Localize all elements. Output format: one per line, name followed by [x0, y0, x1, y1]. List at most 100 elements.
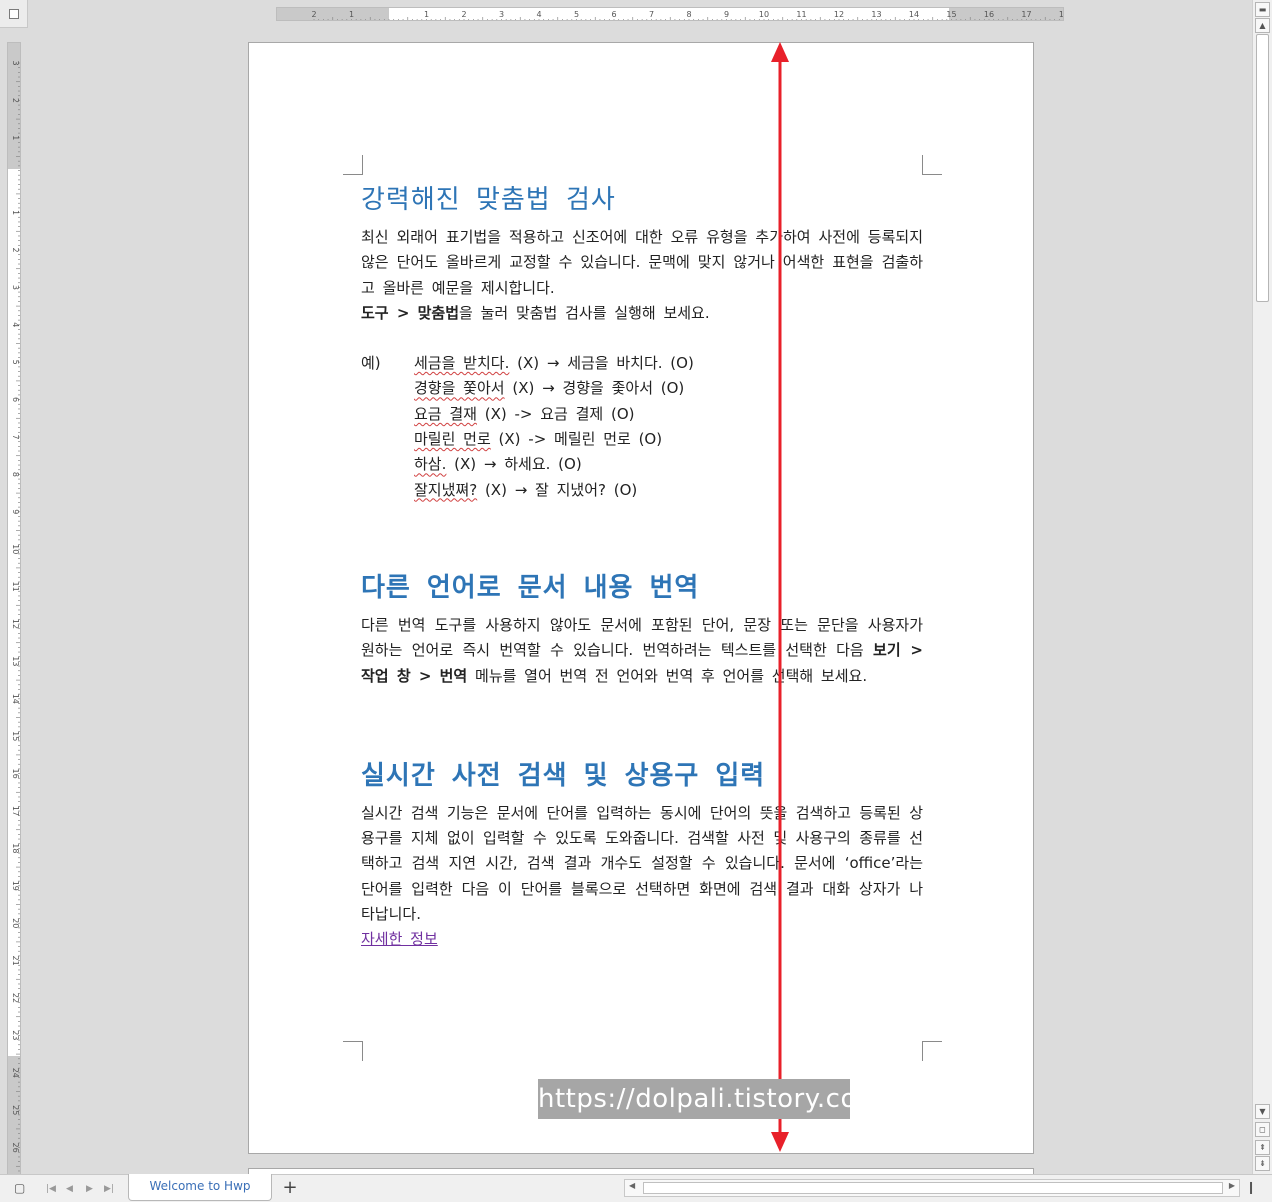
- prev-page-icon[interactable]: ◀: [66, 1184, 73, 1194]
- ruler-label: 21: [11, 956, 20, 966]
- first-page-icon[interactable]: |◀: [46, 1184, 56, 1194]
- ruler-corner-icon[interactable]: [0, 0, 28, 28]
- example-line: 경향을 쫓아서 (X) → 경향을 좇아서 (O): [414, 376, 923, 401]
- page-up-icon[interactable]: ⇞: [1255, 1140, 1270, 1155]
- horizontal-scrollbar[interactable]: ◀ ▶: [624, 1179, 1240, 1197]
- ruler-label: 11: [796, 10, 806, 19]
- ruler-label: 7: [11, 434, 20, 439]
- vertical-scrollbar[interactable]: ▬ ▲ ▼ ◻ ⇞ ⇟: [1252, 0, 1272, 1174]
- example-line: 하삼. (X) → 하세요. (O): [414, 452, 923, 477]
- add-tab-button[interactable]: +: [276, 1178, 304, 1200]
- document-body[interactable]: 강력해진 맞춤법 검사 최신 외래어 표기법을 적용하고 신조어에 대한 오류 …: [361, 183, 923, 952]
- paragraph-translation: 다른 번역 도구를 사용하지 않아도 문서에 포함된 단어, 문장 또는 문단을…: [361, 613, 923, 689]
- ruler-label: 23: [11, 1030, 20, 1040]
- misspelled-text: 경향을 쫓아서: [414, 379, 505, 398]
- vertical-scroll-thumb[interactable]: [1256, 34, 1269, 302]
- ruler-label: 13: [11, 656, 20, 666]
- margin-corner-mark: [922, 1041, 942, 1061]
- ruler-label: 16: [11, 769, 20, 779]
- ruler-label: 10: [759, 10, 769, 19]
- document-workspace[interactable]: 강력해진 맞춤법 검사 최신 외래어 표기법을 적용하고 신조어에 대한 오류 …: [28, 28, 1252, 1174]
- ruler-label: 5: [574, 10, 579, 19]
- horizontal-ruler[interactable]: 21123456789101112131415161718: [28, 0, 1252, 28]
- ruler-label: 6: [611, 10, 616, 19]
- example-correction: (X) -> 요금 결제 (O): [476, 404, 635, 423]
- example-correction: (X) → 잘 지냈어? (O): [477, 480, 638, 499]
- example-block: 예) 세금을 받치다. (X) → 세금을 바치다. (O) 경향을 쫓아서 (…: [361, 351, 923, 503]
- misspelled-text: 하삼.: [414, 455, 447, 474]
- margin-corner-mark: [343, 1041, 363, 1061]
- ruler-label: 10: [11, 544, 20, 554]
- ruler-label: 5: [11, 360, 20, 365]
- page-view-icon[interactable]: ▢: [14, 1181, 25, 1195]
- ruler-label: 20: [11, 918, 20, 928]
- example-line: 세금을 받치다. (X) → 세금을 바치다. (O): [414, 351, 923, 376]
- ruler-label: 3: [499, 10, 504, 19]
- paragraph-text: 다른 번역 도구를 사용하지 않아도 문서에 포함된 단어, 문장 또는 문단을…: [361, 615, 923, 660]
- ruler-label: 1: [424, 10, 429, 19]
- menu-path-text: 도구 > 맞춤법: [361, 303, 460, 322]
- ruler-label: 18: [1059, 10, 1064, 19]
- misspelled-text: 요금 결재: [414, 404, 477, 423]
- paragraph-text: 최신 외래어 표기법을 적용하고 신조어에 대한 오류 유형을 추가하여 사전에…: [361, 228, 923, 297]
- split-horizontal-icon[interactable]: ❙: [1246, 1180, 1256, 1194]
- misspelled-text: 잘지냈쪄?: [414, 480, 478, 499]
- tab-welcome-to-hwp[interactable]: Welcome to Hwp: [128, 1174, 272, 1201]
- ruler-label: 19: [11, 881, 20, 891]
- margin-corner-mark: [343, 155, 363, 175]
- ruler-label: 14: [909, 10, 919, 19]
- ruler-label: 1: [11, 210, 20, 215]
- ruler-label: 14: [11, 694, 20, 704]
- example-correction: (X) -> 메릴린 먼로 (O): [490, 430, 663, 449]
- vertical-ruler[interactable]: 3 2 1 1 2 3 4 5 6 7 8 9 10 11 12 13 14 15 16 17 18 19 20 21 22 23…: [0, 28, 28, 1178]
- ruler-label: 7: [649, 10, 654, 19]
- ruler-label: 12: [11, 619, 20, 629]
- ruler-label: 13: [871, 10, 881, 19]
- ruler-label: 2: [11, 247, 20, 252]
- red-double-arrow-annotation: [771, 42, 789, 1152]
- ruler-label: 4: [11, 322, 20, 327]
- ruler-label: 17: [1021, 10, 1031, 19]
- heading-spell-check: 강력해진 맞춤법 검사: [361, 185, 616, 215]
- ruler-label: 3: [11, 285, 20, 290]
- example-correction: (X) → 세금을 바치다. (O): [509, 354, 694, 373]
- page-down-icon[interactable]: ⇟: [1255, 1156, 1270, 1171]
- ruler-label: 6: [11, 397, 20, 402]
- misspelled-text: 세금을 받치다.: [414, 354, 510, 373]
- example-correction: (X) → 경향을 좇아서 (O): [504, 379, 685, 398]
- vertical-ruler-ticks: 3211234567891011121314151617181920212223…: [11, 60, 20, 1177]
- ruler-label: 17: [11, 806, 20, 816]
- document-page[interactable]: 강력해진 맞춤법 검사 최신 외래어 표기법을 적용하고 신조어에 대한 오류 …: [248, 42, 1034, 1154]
- scroll-left-icon[interactable]: ◀: [629, 1181, 635, 1190]
- example-correction: (X) → 하세요. (O): [446, 455, 582, 474]
- ruler-label: 12: [834, 10, 844, 19]
- ruler-label: 8: [11, 472, 20, 477]
- scroll-up-icon[interactable]: ▲: [1255, 18, 1270, 33]
- scroll-right-icon[interactable]: ▶: [1229, 1181, 1235, 1190]
- example-label: 예): [361, 354, 381, 373]
- ruler-label: 4: [536, 10, 541, 19]
- split-view-icon[interactable]: ▬: [1255, 2, 1270, 17]
- example-line: 요금 결재 (X) -> 요금 결제 (O): [414, 402, 923, 427]
- last-page-icon[interactable]: ▶|: [104, 1184, 114, 1194]
- ruler-label: 22: [11, 993, 20, 1003]
- scroll-down-icon[interactable]: ▼: [1255, 1104, 1270, 1119]
- more-info-link[interactable]: 자세한 정보: [361, 930, 438, 948]
- next-page-icon[interactable]: ▶: [86, 1184, 93, 1194]
- heading-translation: 다른 언어로 문서 내용 번역: [361, 572, 700, 603]
- ruler-label: 8: [686, 10, 691, 19]
- watermark-url: https://dolpali.tistory.com: [538, 1079, 882, 1119]
- ruler-label: 2: [461, 10, 466, 19]
- ruler-label: 11: [11, 582, 20, 592]
- ruler-label: 9: [724, 10, 729, 19]
- misspelled-text: 마릴린 먼로: [414, 430, 491, 449]
- margin-corner-mark: [922, 155, 942, 175]
- ruler-label: 15: [946, 10, 956, 19]
- paragraph-realtime-dictionary: 실시간 검색 기능은 문서에 단어를 입력하는 동시에 단어의 뜻을 검색하고 …: [361, 801, 923, 927]
- heading-realtime-dictionary: 실시간 사전 검색 및 상용구 입력: [361, 760, 766, 791]
- horizontal-scroll-thumb[interactable]: [643, 1182, 1223, 1194]
- horizontal-ruler-ticks: 21123456789101112131415161718: [311, 10, 1064, 20]
- ruler-label: 25: [11, 1105, 20, 1115]
- page-view-toggle-icon[interactable]: ◻: [1255, 1122, 1270, 1137]
- instruction-text: 을 눌러 맞춤법 검사를 실행해 보세요.: [459, 303, 710, 322]
